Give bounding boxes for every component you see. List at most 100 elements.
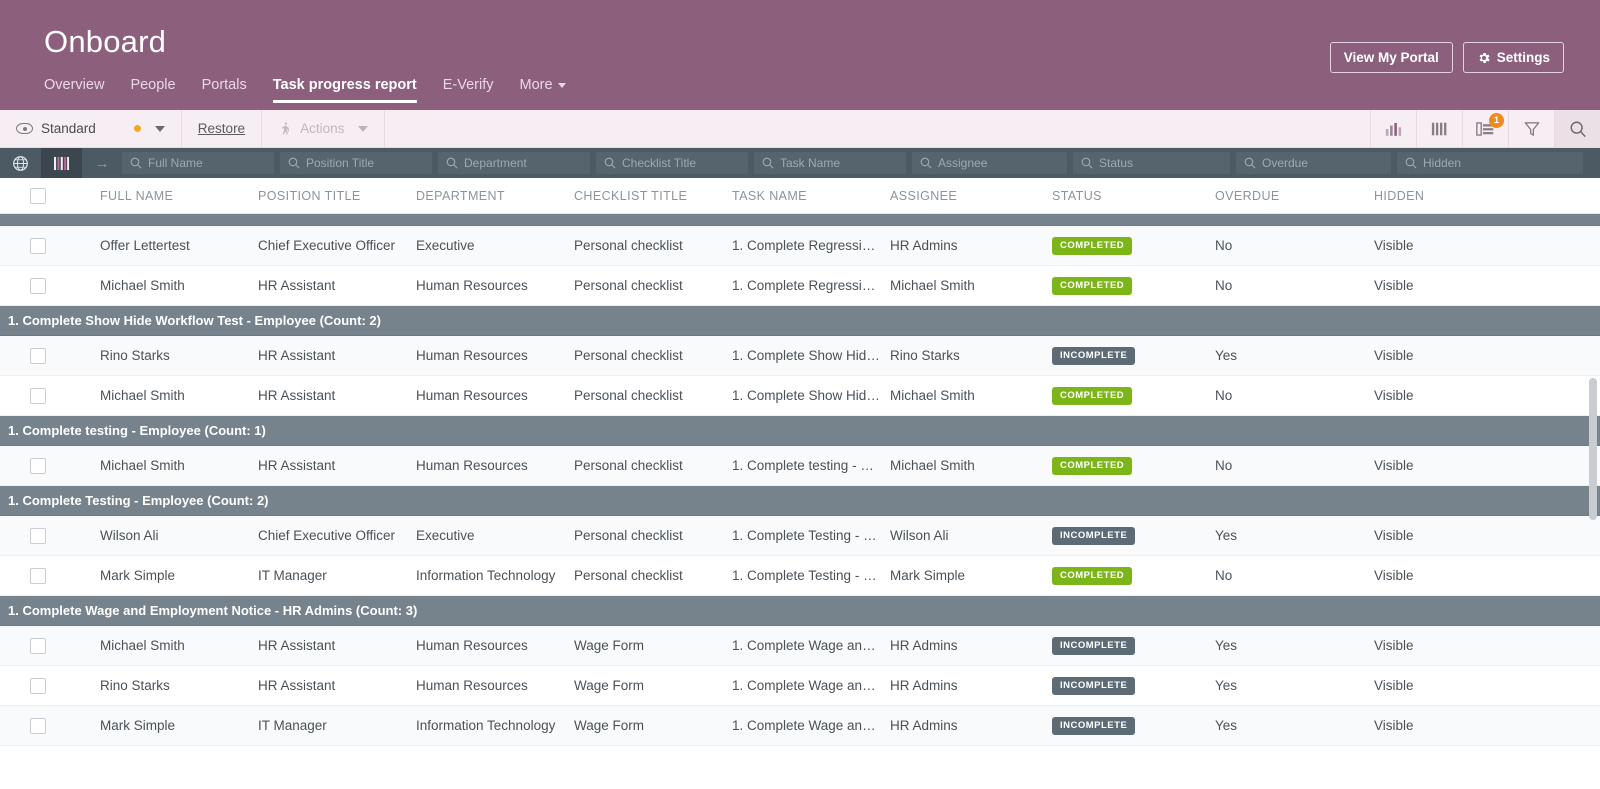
status-badge: COMPLETED: [1052, 277, 1133, 295]
search-button[interactable]: [1554, 110, 1600, 147]
cell-task-name: 1. Complete Regression …: [732, 278, 890, 293]
column-search-toggle[interactable]: [41, 148, 82, 178]
nav-item-overview[interactable]: Overview: [44, 77, 104, 103]
group-header-label: 1. Complete Show Hide Workflow Test - Em…: [8, 313, 381, 328]
status-badge: INCOMPLETE: [1052, 347, 1136, 365]
search-icon: [762, 157, 774, 169]
row-checkbox[interactable]: [30, 387, 46, 404]
table-row[interactable]: Offer Lettertest Chief Executive Officer E…: [0, 226, 1600, 266]
table-row[interactable]: Wilson Ali Chief Executive Officer Executi…: [0, 516, 1600, 556]
group-header-row[interactable]: 1. Complete Show Hide Workflow Test - Em…: [0, 306, 1600, 336]
column-header-department[interactable]: DEPARTMENT: [416, 189, 574, 203]
cell-full-name: Michael Smith: [100, 458, 185, 473]
cell-department: Executive: [416, 238, 475, 253]
table-row[interactable]: Michael Smith HR Assistant Human Resources…: [0, 446, 1600, 486]
nav-item-task-progress-report[interactable]: Task progress report: [272, 77, 417, 103]
cell-task-name: 1. Complete Show Hide …: [732, 388, 890, 403]
filter-input-overdue[interactable]: Overdue: [1236, 152, 1391, 174]
cell-overdue: No: [1215, 278, 1233, 293]
chart-view-button[interactable]: [1370, 110, 1416, 147]
cell-status: INCOMPLETE: [1052, 676, 1215, 695]
filter-placeholder: Department: [464, 156, 527, 170]
filter-input-checklist-title[interactable]: Checklist Title: [596, 152, 748, 174]
table-row[interactable]: Mark Simple IT Manager Information Technol…: [0, 556, 1600, 596]
eye-icon: [16, 123, 33, 134]
column-header-position-title[interactable]: POSITION TITLE: [258, 189, 416, 203]
filter-input-position-title[interactable]: Position Title: [280, 152, 432, 174]
row-checkbox[interactable]: [30, 347, 46, 364]
cell-department: Information Technology: [416, 718, 556, 733]
view-selector-label: Standard: [41, 121, 96, 136]
column-header-hidden[interactable]: HIDDEN: [1374, 189, 1534, 203]
vertical-scrollbar[interactable]: [1589, 378, 1597, 520]
select-all-checkbox[interactable]: [30, 187, 46, 204]
table-row[interactable]: Michael Smith HR Assistant Human Resources…: [0, 626, 1600, 666]
cell-department: Information Technology: [416, 568, 556, 583]
filter-input-department[interactable]: Department: [438, 152, 590, 174]
row-checkbox[interactable]: [30, 457, 46, 474]
cell-overdue: Yes: [1215, 528, 1238, 543]
cell-full-name: Wilson Ali: [100, 528, 159, 543]
filter-input-status[interactable]: Status: [1073, 152, 1230, 174]
cell-assignee: Rino Starks: [890, 348, 960, 363]
row-checkbox[interactable]: [30, 567, 46, 584]
row-checkbox[interactable]: [30, 527, 46, 544]
cell-overdue: Yes: [1215, 678, 1238, 693]
group-header-row[interactable]: 1. Complete testing - Employee (Count: 1…: [0, 416, 1600, 446]
table-row[interactable]: Rino Starks HR Assistant Human Resources Wa…: [0, 666, 1600, 706]
actions-menu[interactable]: Actions: [262, 110, 386, 147]
cell-department: Human Resources: [416, 388, 528, 403]
row-checkbox[interactable]: [30, 717, 46, 734]
settings-button[interactable]: Settings: [1462, 42, 1564, 73]
row-checkbox[interactable]: [30, 677, 46, 694]
filter-input-hidden[interactable]: Hidden: [1397, 152, 1583, 174]
column-header-overdue[interactable]: OVERDUE: [1215, 189, 1374, 203]
column-header-status[interactable]: STATUS: [1052, 189, 1215, 203]
filter-input-assignee[interactable]: Assignee: [912, 152, 1067, 174]
filter-button[interactable]: [1508, 110, 1554, 147]
view-selector[interactable]: Standard: [0, 110, 182, 147]
table-row[interactable]: Rino Starks HR Assistant Human Resources Pe…: [0, 336, 1600, 376]
nav-item-e-verify[interactable]: E-Verify: [443, 77, 494, 103]
apply-filter-arrow-icon[interactable]: →: [82, 155, 122, 172]
cell-hidden: Visible: [1374, 568, 1414, 583]
group-header-row[interactable]: 1. Complete Testing - Employee (Count: 2…: [0, 486, 1600, 516]
column-header-assignee[interactable]: ASSIGNEE: [890, 189, 1052, 203]
group-header-row[interactable]: 1. Complete Wage and Employment Notice -…: [0, 596, 1600, 626]
filter-placeholder: Task Name: [780, 156, 841, 170]
nav-item-people[interactable]: People: [130, 77, 175, 103]
column-header-task-name[interactable]: TASK NAME: [732, 189, 890, 203]
cell-assignee: Wilson Ali: [890, 528, 949, 543]
filter-placeholder: Position Title: [306, 156, 375, 170]
columns-button[interactable]: [1416, 110, 1462, 147]
cell-hidden: Visible: [1374, 278, 1414, 293]
row-checkbox[interactable]: [30, 237, 46, 254]
column-header-full-name[interactable]: FULL NAME: [100, 189, 258, 203]
group-header-row[interactable]: [0, 214, 1600, 226]
view-my-portal-button[interactable]: View My Portal: [1329, 42, 1453, 73]
row-checkbox[interactable]: [30, 277, 46, 294]
app-header: Onboard Overview People Portals Task pro…: [0, 0, 1600, 110]
filter-input-task-name[interactable]: Task Name: [754, 152, 906, 174]
table-row[interactable]: Michael Smith HR Assistant Human Resources…: [0, 376, 1600, 416]
nav-item-portals[interactable]: Portals: [202, 77, 247, 103]
runner-icon: [282, 122, 289, 135]
cell-status: COMPLETED: [1052, 566, 1215, 585]
restore-button[interactable]: Restore: [182, 110, 263, 147]
nav-item-more[interactable]: More: [519, 77, 566, 103]
filter-input-full-name[interactable]: Full Name: [122, 152, 274, 174]
toolbar-right-icons: 1: [1370, 110, 1600, 147]
global-search-toggle[interactable]: [0, 148, 41, 178]
column-header-checklist-title[interactable]: CHECKLIST TITLE: [574, 189, 732, 203]
nav-label: More: [519, 77, 553, 93]
table-row[interactable]: Mark Simple IT Manager Information Technol…: [0, 706, 1600, 746]
nav-label: Overview: [44, 77, 105, 93]
row-checkbox[interactable]: [30, 637, 46, 654]
cell-overdue: No: [1215, 568, 1233, 583]
table-row[interactable]: Michael Smith HR Assistant Human Resources…: [0, 266, 1600, 306]
status-badge: INCOMPLETE: [1052, 527, 1136, 545]
filter-placeholder: Assignee: [938, 156, 988, 170]
cell-task-name: 1. Complete Show Hide …: [732, 348, 890, 363]
group-by-button[interactable]: 1: [1462, 110, 1508, 147]
